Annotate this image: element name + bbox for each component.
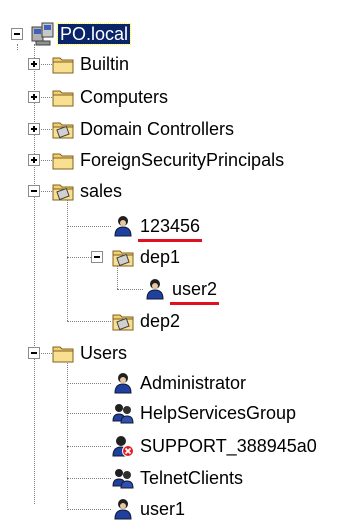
- tree-node-sales[interactable]: sales: [0, 177, 200, 205]
- node-label[interactable]: dep1: [140, 247, 180, 267]
- tree-node-helpservicesgroup[interactable]: HelpServicesGroup: [0, 399, 320, 427]
- tree-node-telnetclients[interactable]: TelnetClients: [0, 464, 280, 492]
- collapse-toggle[interactable]: [28, 347, 40, 359]
- tree-node-computers[interactable]: Computers: [0, 83, 200, 111]
- collapse-toggle[interactable]: [28, 185, 40, 197]
- ou-folder-icon: [112, 250, 134, 267]
- expand-toggle[interactable]: [28, 58, 40, 70]
- tree-node-123456[interactable]: 123456: [0, 212, 240, 242]
- node-label[interactable]: Domain Controllers: [80, 119, 234, 139]
- red-underline: [170, 302, 220, 305]
- group-icon: [112, 404, 134, 424]
- expand-toggle[interactable]: [28, 154, 40, 166]
- tree-node-root[interactable]: PO.local: [0, 20, 200, 48]
- user-icon: [114, 216, 132, 237]
- folder-icon: [52, 346, 74, 363]
- node-label[interactable]: TelnetClients: [140, 468, 243, 488]
- node-label[interactable]: Computers: [80, 87, 168, 107]
- user-icon: [146, 279, 164, 300]
- node-label[interactable]: dep2: [140, 311, 180, 331]
- tree-node-domain-controllers[interactable]: Domain Controllers: [0, 115, 280, 143]
- collapse-toggle[interactable]: [91, 251, 103, 263]
- node-label[interactable]: HelpServicesGroup: [140, 403, 296, 423]
- collapse-toggle[interactable]: [11, 28, 23, 40]
- disabled-user-icon: [112, 436, 134, 457]
- tree-node-dep2[interactable]: dep2: [0, 307, 200, 335]
- user-icon: [114, 373, 132, 394]
- folder-icon: [52, 153, 74, 170]
- node-label[interactable]: Administrator: [140, 373, 246, 393]
- ou-folder-icon: [112, 314, 134, 331]
- node-label[interactable]: Builtin: [80, 54, 129, 74]
- tree-node-dep1[interactable]: dep1: [0, 243, 200, 271]
- tree-node-foreignsecurityprincipals[interactable]: ForeignSecurityPrincipals: [0, 146, 361, 174]
- node-label[interactable]: user2: [170, 279, 220, 305]
- node-label[interactable]: user1: [140, 499, 185, 519]
- tree-node-user1[interactable]: user1: [0, 495, 200, 520]
- user-icon: [114, 499, 132, 520]
- node-label-text: user2: [172, 279, 218, 299]
- node-label[interactable]: ForeignSecurityPrincipals: [80, 150, 284, 170]
- tree-node-administrator[interactable]: Administrator: [0, 369, 260, 397]
- ou-folder-icon: [52, 184, 74, 201]
- expand-toggle[interactable]: [28, 91, 40, 103]
- node-label[interactable]: Users: [80, 343, 127, 363]
- node-label[interactable]: SUPPORT_388945a0: [140, 436, 317, 456]
- tree-node-builtin[interactable]: Builtin: [0, 50, 200, 78]
- ou-folder-icon: [52, 122, 74, 139]
- node-label-text: 123456: [140, 216, 201, 236]
- folder-icon: [52, 90, 74, 107]
- node-label[interactable]: PO.local: [56, 23, 132, 45]
- node-label[interactable]: 123456: [138, 216, 203, 242]
- ad-users-computers-tree: PO.local Builtin Computers Domain Contro…: [0, 0, 361, 520]
- expand-toggle[interactable]: [28, 123, 40, 135]
- folder-icon: [52, 57, 74, 74]
- tree-node-support-388945a0[interactable]: SUPPORT_388945a0: [0, 432, 361, 460]
- tree-node-user2[interactable]: user2: [0, 275, 260, 305]
- tree-node-users[interactable]: Users: [0, 339, 200, 367]
- node-label[interactable]: sales: [80, 181, 122, 201]
- domain-computer-icon: [31, 22, 54, 46]
- red-underline: [138, 239, 203, 242]
- group-icon: [112, 469, 134, 489]
